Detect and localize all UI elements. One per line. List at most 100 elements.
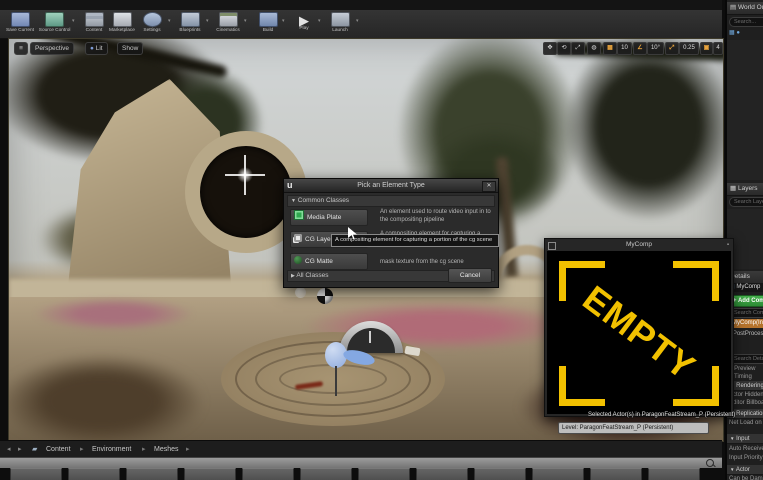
breadcrumb-meshes[interactable]: Meshes [154,441,179,458]
details-row-timing[interactable]: ▶ Timing [729,372,763,381]
lit-mode-button[interactable]: ● Lit [85,42,108,55]
cg-matte-icon [294,256,302,264]
main-toolbar: Save Current Source Control ▾ Content Ma… [0,10,722,39]
perspective-button[interactable]: Perspective [30,42,74,55]
build-button[interactable]: Build [252,11,284,37]
chevron-down-icon: ▼ [730,467,735,472]
scene-pink-foliage-left [34,297,194,331]
toolbar-label: Launch [332,27,348,33]
source-control-button[interactable]: Source Control [38,11,70,37]
tab-layers[interactable]: ▦ Layers [727,183,763,196]
level-indicator[interactable]: Level: ParagonFeatStream_P (Persistent) [558,422,709,434]
viewport-options-button[interactable]: ≡ [14,42,28,55]
play-icon: ▶ [296,12,313,27]
asset-thumbnail[interactable] [126,468,178,480]
chevron-down-icon[interactable]: ▾ [168,18,171,24]
dialog-title-bar[interactable]: u Pick an Element Type ✕ [284,179,498,193]
cg-matte-desc: mask texture from the cg scene [380,259,464,265]
lit-sphere-icon: ● [90,45,94,52]
row-editor-billboard[interactable]: Editor Billboard Sc [729,399,763,408]
scale-snap-toggle[interactable]: ⤢ [665,42,679,55]
outliner-tree-area[interactable] [727,40,763,180]
forward-button[interactable]: ▸ [18,441,22,458]
input-title: Input [736,436,750,442]
asset-thumbnail[interactable] [300,468,352,480]
cinematics-button[interactable]: Cinematics [212,11,244,37]
asset-thumbnail[interactable] [358,468,410,480]
row-can-be-damaged[interactable]: Can be Damaged [729,475,763,480]
rotation-snap-value[interactable]: 10° [647,42,664,55]
actor-name: MyComp [736,284,761,290]
components-search-input[interactable]: Search Components [729,308,763,318]
toolbar-label: Blueprints [179,27,201,33]
chevron-down-icon: ▼ [291,198,296,204]
asset-filter-bar[interactable] [0,457,722,468]
chevron-down-icon[interactable]: ▾ [72,18,75,24]
camera-speed-button[interactable]: ▣ [700,42,713,55]
asset-thumbnail[interactable] [10,468,62,480]
breadcrumb-environment[interactable]: Environment [92,441,131,458]
asset-thumbnail[interactable] [416,468,468,480]
asset-thumbnail[interactable] [68,468,120,480]
save-current-button[interactable]: Save Current [4,11,36,37]
cinematics-icon [218,12,238,27]
marketplace-button[interactable]: Marketplace [106,11,138,37]
scale-snap-value-label: 0.25 [683,45,695,51]
cg-matte-button[interactable]: CG Matte [290,253,368,270]
asset-thumbnail[interactable] [648,468,700,480]
outliner-search-input[interactable]: Search... [729,17,763,27]
common-classes-section[interactable]: ▼ Common Classes [287,195,495,207]
actor-name-field[interactable]: ▣ MyComp [729,283,763,292]
asset-thumbnail[interactable] [590,468,642,480]
component-row-sub[interactable]: ▪ PostProcessProxy [729,330,763,339]
row-auto-receive[interactable]: Auto Receive Inpu [729,445,763,454]
row-net-load[interactable]: Net Load on Clien [729,419,763,428]
asset-thumbnail[interactable] [474,468,526,480]
chevron-down-icon[interactable]: ▾ [206,18,209,24]
media-plate-button[interactable]: Media Plate [290,209,368,226]
show-menu-button[interactable]: Show [117,42,144,55]
type-icon: ● [736,30,740,36]
chevron-down-icon[interactable]: ▾ [282,18,285,24]
camera-speed-value[interactable]: 4 [713,42,723,55]
component-row-selected[interactable]: MyComp(Instance) [729,319,763,328]
media-plate-label: Media Plate [307,214,342,221]
details-search-input[interactable]: Search Details [729,354,763,364]
preview-title-bar[interactable]: MyComp ▪ [545,239,733,251]
rotation-snap-toggle[interactable]: ∠ [633,42,647,55]
outliner-filter-icons[interactable]: ▦ ● [729,29,763,38]
search-icon [706,459,716,468]
world-local-toggle[interactable]: ◍ [587,42,601,55]
add-component-button[interactable]: + Add Component [729,295,763,307]
grid-snap-toggle[interactable]: ▦ [603,42,617,55]
blueprints-button[interactable]: Blueprints [174,11,206,37]
settings-button[interactable]: Settings [136,11,168,37]
back-button[interactable]: ◂ [7,441,11,458]
chevron-down-icon[interactable]: ▾ [318,18,321,24]
minimize-icon[interactable]: ▪ [727,239,729,251]
section-actor[interactable]: ▼ Actor [727,465,763,475]
asset-thumbnail[interactable] [532,468,584,480]
move-tool-button[interactable]: ✥ [543,42,557,55]
asset-thumbnail[interactable] [184,468,236,480]
breadcrumb-content[interactable]: Content [46,441,71,458]
play-button[interactable]: ▶ Play [288,11,320,37]
move-icon: ✥ [547,45,553,51]
cancel-button[interactable]: Cancel [448,268,492,283]
composure-preview-window[interactable]: MyComp ▪ EMPTY [544,238,734,417]
layers-search-input[interactable]: Search Layers [729,197,763,207]
grid-snap-value[interactable]: 10 [617,42,632,55]
close-icon[interactable]: ✕ [482,181,496,192]
asset-thumbnail[interactable] [242,468,294,480]
rotate-tool-button[interactable]: ⟲ [557,42,571,55]
scale-tool-button[interactable]: ⤢ [571,42,585,55]
launch-button[interactable]: Launch [324,11,356,37]
content-browser-icon [84,12,104,27]
scale-snap-value[interactable]: 0.25 [679,42,699,55]
chevron-down-icon[interactable]: ▾ [356,18,359,24]
section-input[interactable]: ▼ Input [727,434,763,444]
breadcrumb-sep-icon: ▸ [142,446,146,453]
chevron-down-icon[interactable]: ▾ [244,18,247,24]
tab-world-outliner[interactable]: ▤ World Outliner [727,2,763,15]
row-input-priority[interactable]: Input Priority [729,454,763,463]
